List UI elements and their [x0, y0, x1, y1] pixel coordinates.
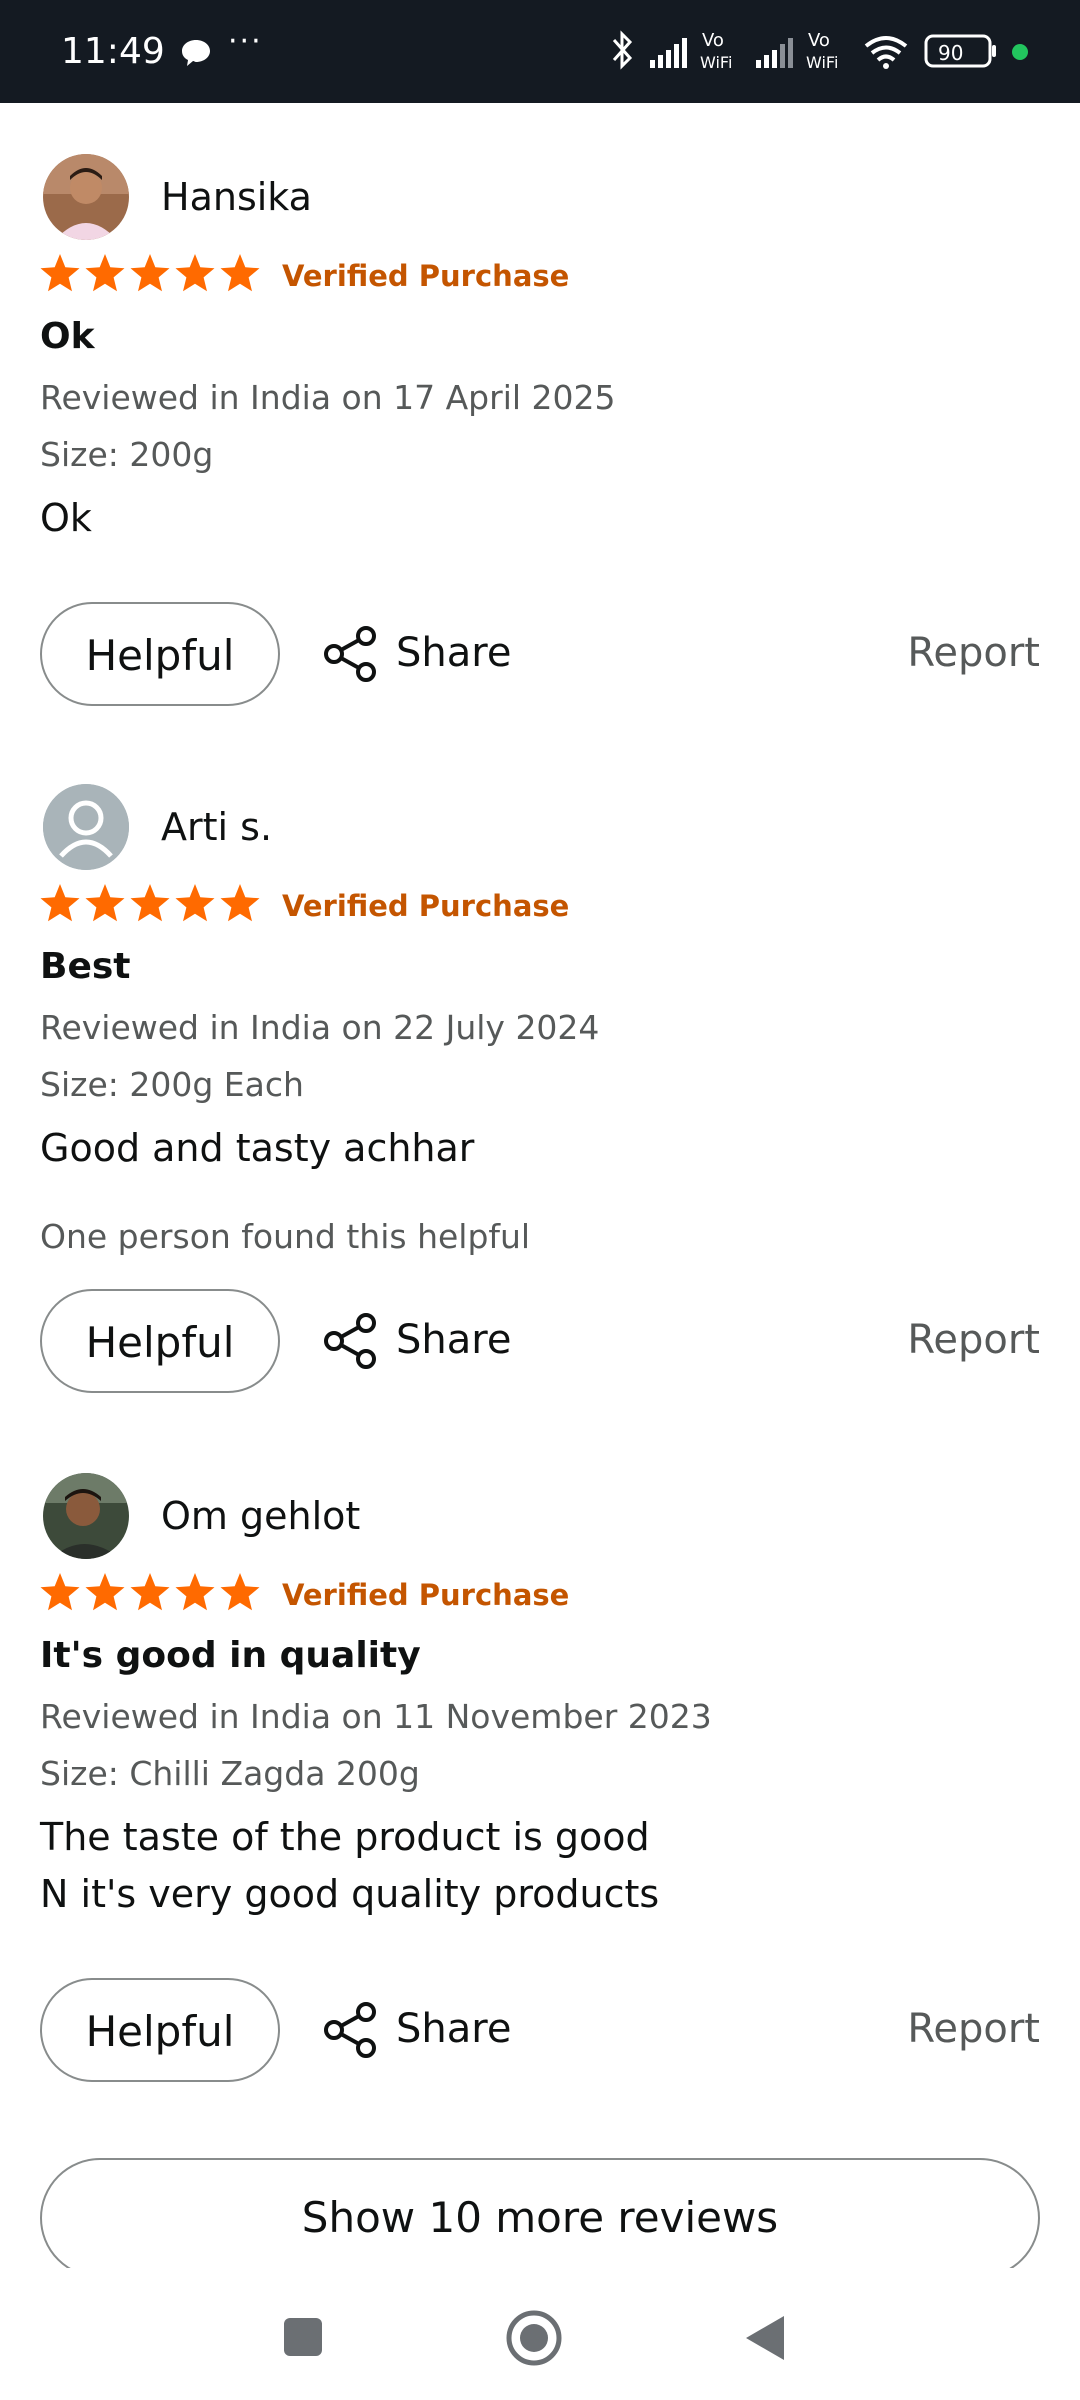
share-label: Share	[396, 2006, 512, 2052]
status-time: 11:49	[61, 31, 165, 72]
review-card: Arti s. Verified Purchase Best Reviewed …	[0, 784, 1080, 1424]
star-icon	[175, 1573, 215, 1611]
helpful-button[interactable]: Helpful	[40, 1289, 280, 1393]
review-card: Om gehlot Verified Purchase It's good in…	[0, 1473, 1080, 2113]
default-user-icon	[43, 784, 129, 870]
signal-icon-1	[650, 38, 687, 68]
wifi-icon	[864, 36, 908, 69]
star-rating	[40, 884, 260, 922]
back-triangle-icon[interactable]	[742, 2312, 790, 2364]
star-icon	[85, 254, 125, 292]
review-title: It's good in quality	[40, 1635, 421, 1676]
bluetooth-icon	[612, 30, 633, 70]
star-icon	[40, 254, 80, 292]
avatar	[43, 784, 129, 870]
share-icon	[324, 1313, 376, 1369]
reviewer-name: Om gehlot	[161, 1494, 361, 1538]
review-date: Reviewed in India on 17 April 2025	[40, 378, 616, 417]
more-notifications-icon: ···	[228, 24, 263, 59]
share-button[interactable]: Share	[318, 1978, 518, 2082]
status-dot-icon	[1012, 44, 1028, 60]
star-icon	[130, 254, 170, 292]
recents-square-icon[interactable]	[282, 2316, 324, 2358]
review-size: Size: 200g	[40, 435, 214, 474]
status-icons: Vo WiFi Vo WiFi 90	[610, 0, 1080, 103]
star-icon	[220, 1573, 260, 1611]
svg-text:WiFi: WiFi	[806, 53, 838, 72]
star-icon	[220, 884, 260, 922]
star-icon	[220, 254, 260, 292]
share-icon	[324, 626, 376, 682]
review-size: Size: 200g Each	[40, 1065, 304, 1104]
star-rating	[40, 1573, 260, 1611]
svg-text:Vo: Vo	[702, 30, 724, 51]
star-icon	[130, 1573, 170, 1611]
helpful-button[interactable]: Helpful	[40, 1978, 280, 2082]
star-icon	[40, 1573, 80, 1611]
svg-text:WiFi: WiFi	[700, 53, 732, 72]
report-link[interactable]: Report	[907, 1315, 1040, 1365]
share-icon	[324, 2002, 376, 2058]
verified-purchase-badge: Verified Purchase	[282, 889, 570, 923]
review-body: Good and tasty achhar	[40, 1126, 475, 1170]
review-body: Ok	[40, 496, 92, 540]
avatar	[43, 154, 129, 240]
home-circle-icon[interactable]	[504, 2308, 564, 2368]
review-title: Ok	[40, 316, 95, 357]
report-link[interactable]: Report	[907, 2004, 1040, 2054]
helpful-button[interactable]: Helpful	[40, 602, 280, 706]
svg-text:90: 90	[938, 41, 963, 65]
review-size: Size: Chilli Zagda 200g	[40, 1754, 420, 1793]
avatar	[43, 1473, 129, 1559]
review-body: The taste of the product is good N it's …	[40, 1815, 660, 1916]
report-link[interactable]: Report	[907, 628, 1040, 678]
star-icon	[175, 884, 215, 922]
star-icon	[130, 884, 170, 922]
star-icon	[40, 884, 80, 922]
verified-purchase-badge: Verified Purchase	[282, 1578, 570, 1612]
share-button[interactable]: Share	[318, 1289, 518, 1393]
reviewer-name: Hansika	[161, 175, 312, 219]
battery-icon: 90	[924, 34, 996, 68]
star-rating	[40, 254, 260, 292]
svg-text:Vo: Vo	[808, 30, 830, 51]
reviewer-name: Arti s.	[161, 805, 273, 849]
signal-icon-2	[756, 38, 793, 68]
chat-bubble-icon	[182, 40, 210, 66]
review-date: Reviewed in India on 11 November 2023	[40, 1697, 712, 1736]
vowifi-icon-2: Vo WiFi	[806, 30, 838, 72]
star-icon	[85, 1573, 125, 1611]
show-more-reviews-button[interactable]: Show 10 more reviews	[40, 2158, 1040, 2278]
review-date: Reviewed in India on 22 July 2024	[40, 1008, 600, 1047]
avatar-photo-icon	[43, 154, 129, 240]
star-icon	[85, 884, 125, 922]
share-label: Share	[396, 630, 512, 676]
system-navigation-bar	[0, 2268, 1080, 2400]
helpful-count: One person found this helpful	[40, 1217, 531, 1256]
share-button[interactable]: Share	[318, 602, 518, 706]
avatar-photo-icon	[43, 1473, 129, 1559]
review-title: Best	[40, 946, 131, 987]
share-label: Share	[396, 1317, 512, 1363]
status-bar: 11:49 ··· Vo WiFi Vo WiFi 90	[0, 0, 1080, 103]
review-card: Hansika Verified Purchase Ok Reviewed in…	[0, 154, 1080, 714]
vowifi-icon-1: Vo WiFi	[700, 30, 732, 72]
star-icon	[175, 254, 215, 292]
verified-purchase-badge: Verified Purchase	[282, 259, 570, 293]
